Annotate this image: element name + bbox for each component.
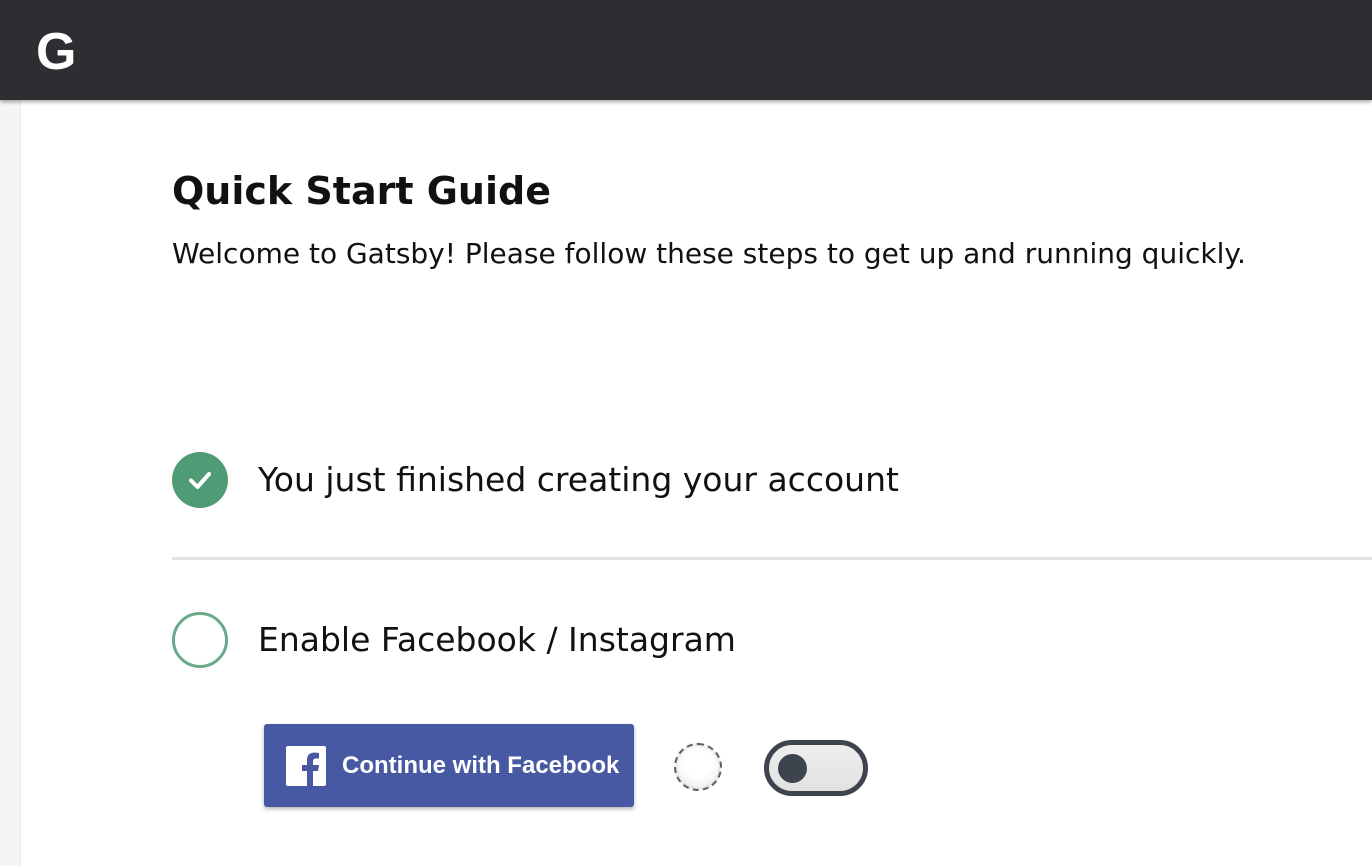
gatsby-logo[interactable]: G — [36, 22, 76, 82]
check-circle-icon — [172, 452, 228, 508]
page-subtitle: Welcome to Gatsby! Please follow these s… — [172, 237, 1246, 270]
step-label: You just finished creating your account — [258, 460, 899, 499]
facebook-icon — [286, 745, 326, 786]
top-navigation-bar: G — [0, 0, 1372, 100]
page-title: Quick Start Guide — [172, 169, 551, 213]
step-label: Enable Facebook / Instagram — [258, 620, 736, 659]
step-create-account: You just finished creating your account — [172, 452, 899, 508]
step-enable-facebook[interactable]: Enable Facebook / Instagram — [172, 612, 736, 668]
facebook-f-glyph — [302, 752, 319, 786]
step-divider — [172, 557, 1372, 560]
checkmark-icon — [189, 472, 211, 489]
loading-radio-indicator[interactable] — [674, 743, 722, 791]
empty-circle-icon — [172, 612, 228, 668]
left-rail — [0, 100, 21, 866]
continue-with-facebook-button[interactable]: Continue with Facebook — [264, 724, 634, 807]
toggle-knob — [778, 754, 807, 783]
facebook-button-label: Continue with Facebook — [342, 751, 620, 779]
main-content: Quick Start Guide Welcome to Gatsby! Ple… — [21, 100, 1372, 866]
toggle-switch[interactable] — [764, 740, 868, 796]
